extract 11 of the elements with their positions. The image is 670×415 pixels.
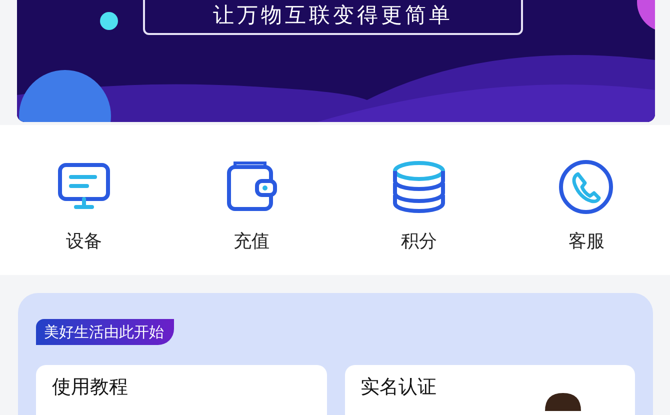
slogan-text: 让万物互联变得更简单 — [213, 3, 453, 27]
feature-card[interactable]: 实名认证 — [344, 365, 635, 415]
feature-card[interactable]: 使用教程 — [36, 365, 326, 415]
tag-label: 美好生活由此开始 — [36, 319, 174, 345]
card-title: 使用教程 — [52, 376, 128, 398]
card-title: 实名认证 — [360, 376, 436, 398]
shortcut-label[interactable]: 设备 — [66, 231, 102, 253]
shortcut-label[interactable]: 积分 — [400, 231, 437, 253]
person-silhouette-drawing — [543, 391, 583, 411]
shortcut-label[interactable]: 客服 — [568, 231, 604, 253]
shortcut-label[interactable]: 充值 — [233, 231, 270, 253]
